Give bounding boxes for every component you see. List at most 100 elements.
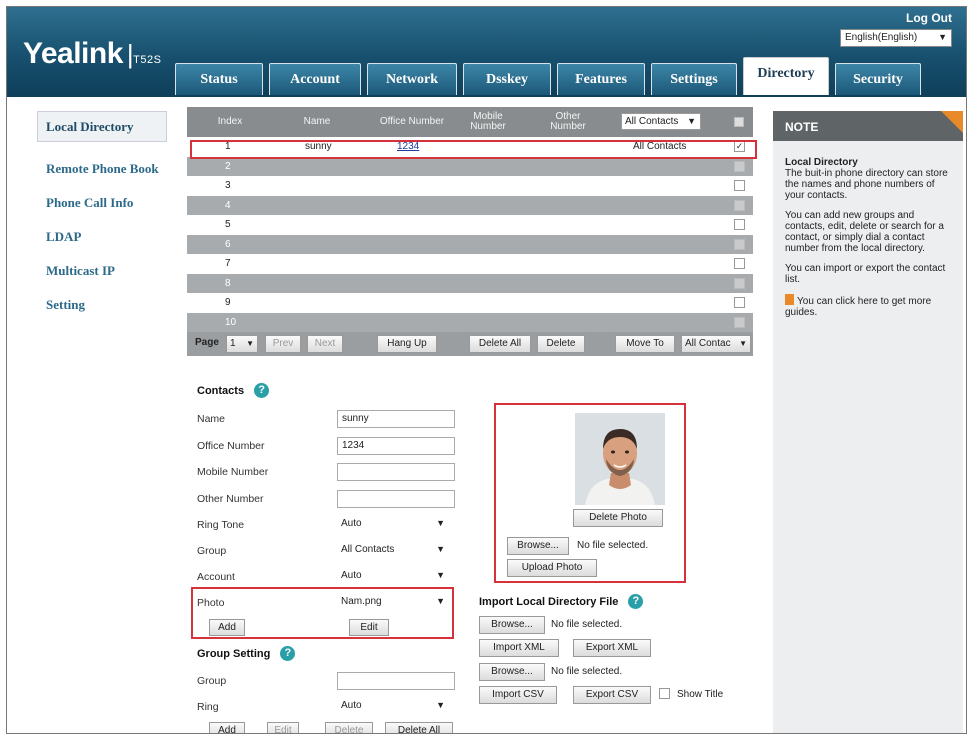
tab-status[interactable]: Status [175,63,263,95]
row-checkbox[interactable] [734,258,745,269]
row-checkbox[interactable] [734,238,745,250]
table-row[interactable]: 3 [187,176,753,196]
page-label: Page [195,337,219,348]
row-checkbox[interactable] [734,297,745,308]
contacts-title-text: Contacts [197,384,245,397]
ring-tone-value: Auto [341,518,362,529]
table-row[interactable]: 4 [187,195,753,215]
select-all-checkbox[interactable] [734,117,744,127]
chevron-down-icon: ▼ [436,570,445,580]
table-header: Index Name Office Number Mobile Number O… [187,107,753,137]
csv-no-file-label: No file selected. [551,666,623,677]
group-setting-group-label: Group [197,675,227,687]
group-setting-title-text: Group Setting [197,647,271,660]
row-checkbox[interactable] [734,180,745,191]
col-mobile-number: Mobile Number [470,111,506,132]
next-button[interactable]: Next [307,335,343,353]
group-filter-select[interactable]: All Contacts ▼ [621,113,701,130]
tab-account[interactable]: Account [269,63,361,95]
photo-browse-button[interactable]: Browse... [507,537,569,555]
page-select[interactable]: 1 ▼ [226,335,258,353]
office-number-label: Office Number [197,440,265,452]
csv-browse-button[interactable]: Browse... [479,663,545,681]
group-delete-button[interactable]: Delete [325,722,373,733]
other-number-input[interactable] [337,490,455,508]
group-select[interactable]: All Contacts ▼ [337,542,449,560]
account-select[interactable]: Auto ▼ [337,568,449,586]
sidebar-item-remote-phone-book[interactable]: Remote Phone Book [37,161,167,176]
tab-directory[interactable]: Directory [743,57,829,95]
sidebar-item-phone-call-info[interactable]: Phone Call Info [37,195,167,210]
export-csv-button[interactable]: Export CSV [573,686,651,704]
prev-button[interactable]: Prev [265,335,301,353]
chevron-down-icon: ▼ [436,544,445,554]
logout-link[interactable]: Log Out [906,11,952,25]
mobile-number-input[interactable] [337,463,455,481]
group-delete-all-button[interactable]: Delete All [385,722,453,733]
group-setting-group-input[interactable] [337,672,455,690]
delete-button[interactable]: Delete [537,335,585,353]
note-title: NOTE [785,120,819,134]
tab-dsskey[interactable]: Dsskey [463,63,551,95]
table-row[interactable]: 9 [187,293,753,313]
table-row[interactable]: 8 [187,273,753,293]
delete-photo-button[interactable]: Delete Photo [573,509,663,527]
name-input[interactable]: sunny [337,410,455,428]
import-csv-button[interactable]: Import CSV [479,686,557,704]
hang-up-button[interactable]: Hang Up [377,335,437,353]
tab-security[interactable]: Security [835,63,921,95]
row-checkbox[interactable] [734,160,745,172]
group-edit-button[interactable]: Edit [267,722,299,733]
brand-name: Yealink [23,37,123,70]
note-heading: Local Directory [785,157,858,168]
row-checkbox[interactable] [734,219,745,230]
move-to-button[interactable]: Move To [615,335,675,353]
tab-features[interactable]: Features [557,63,645,95]
note-panel: NOTE Local Directory The buit-in phone di… [773,111,963,733]
help-icon[interactable]: ? [254,383,270,398]
sidebar-item-local-directory[interactable]: Local Directory [37,111,167,142]
tab-network[interactable]: Network [367,63,457,95]
sidebar-item-setting[interactable]: Setting [37,297,167,312]
move-target-select[interactable]: All Contac ▼ [681,335,751,353]
language-select[interactable]: English(English) ▼ [840,29,952,47]
sidebar-item-multicast-ip[interactable]: Multicast IP [37,263,167,278]
import-no-file-label: No file selected. [551,619,623,630]
group-setting-ring-select[interactable]: Auto ▼ [337,698,449,716]
browser-frame: Yealink |T52S Log Out English(English) ▼ … [6,6,967,734]
delete-all-button[interactable]: Delete All [469,335,531,353]
help-icon[interactable]: ? [280,646,296,661]
row-checkbox[interactable] [734,316,745,328]
table-row[interactable]: 5 [187,215,753,235]
table-row[interactable]: 7 [187,254,753,274]
chevron-down-icon: ▼ [246,339,254,348]
row-checkbox[interactable] [734,277,745,289]
note-paragraph-1: The buit-in phone directory can store th… [785,168,948,201]
group-setting-title: Group Setting ? [197,646,296,661]
chevron-down-icon: ▼ [739,339,747,348]
export-xml-button[interactable]: Export XML [573,639,651,657]
note-guides-link[interactable]: You can click here to get more guides. [785,296,931,318]
row-index: 7 [225,258,231,269]
import-xml-button[interactable]: Import XML [479,639,559,657]
col-office-number: Office Number [379,116,445,127]
show-title-checkbox[interactable] [659,688,670,699]
ring-tone-select[interactable]: Auto ▼ [337,516,449,534]
table-pager: Page 1 ▼ Prev Next Hang Up Delete All Del… [187,332,753,356]
move-target-value: All Contac [685,338,731,349]
table-row[interactable]: 6 [187,234,753,254]
row-index: 10 [225,316,237,328]
help-icon[interactable]: ? [628,594,644,609]
note-paragraph-3: You can import or export the contact lis… [785,263,946,285]
office-number-input[interactable]: 1234 [337,437,455,455]
table-row[interactable]: 10 [187,312,753,332]
row-checkbox[interactable] [734,199,745,211]
col-other-number: Other Number [550,111,586,132]
upload-photo-button[interactable]: Upload Photo [507,559,597,577]
group-add-button[interactable]: Add [209,722,245,733]
import-browse-button[interactable]: Browse... [479,616,545,634]
sidebar-item-ldap[interactable]: LDAP [37,229,167,244]
table-row[interactable]: 2 [187,156,753,176]
tab-settings[interactable]: Settings [651,63,737,95]
group-setting-ring-label: Ring [197,701,219,713]
